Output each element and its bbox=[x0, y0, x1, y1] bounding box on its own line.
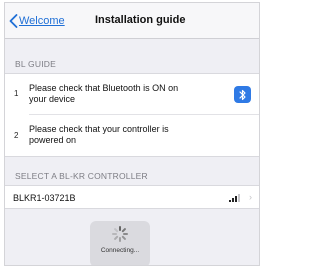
step-text-line: Please check that your controller is bbox=[29, 124, 169, 134]
connecting-indicator: Connecting... bbox=[90, 221, 150, 265]
spinner-icon bbox=[112, 226, 128, 242]
step-number: 1 bbox=[14, 89, 19, 98]
back-button-label[interactable]: Welcome bbox=[19, 15, 65, 27]
bl-guide-section-header: BL GUIDE bbox=[15, 59, 56, 69]
screen: Welcome Installation guide BL GUIDE 1 Pl… bbox=[4, 2, 260, 266]
step-text-line: your device bbox=[29, 93, 76, 104]
controllers-section-header: SELECT A BL-KR CONTROLLER bbox=[15, 171, 148, 181]
chevron-right-icon: › bbox=[249, 192, 252, 202]
step-text: Please check that your controller is pow… bbox=[29, 124, 209, 145]
controller-name[interactable]: BLKR1-03721B bbox=[13, 193, 76, 203]
controller-list-item[interactable]: BLKR1-03721B › bbox=[5, 186, 259, 208]
page-title: Installation guide bbox=[95, 14, 186, 26]
step-number: 2 bbox=[14, 131, 19, 140]
guide-steps-group: 1 Please check that Bluetooth is ON on y… bbox=[5, 73, 259, 157]
bluetooth-icon[interactable] bbox=[234, 86, 251, 103]
guide-step-1: 1 Please check that Bluetooth is ON on y… bbox=[5, 74, 259, 114]
chevron-left-icon bbox=[9, 14, 18, 28]
step-text: Please check that Bluetooth is ON on you… bbox=[29, 83, 209, 104]
step-text-line: powered on bbox=[29, 134, 77, 145]
controller-list: BLKR1-03721B › bbox=[5, 185, 259, 209]
back-button[interactable]: Welcome bbox=[9, 13, 65, 29]
step-text-line: Please check that Bluetooth is ON on bbox=[29, 83, 179, 93]
navigation-bar: Welcome Installation guide bbox=[5, 3, 259, 39]
connecting-label: Connecting... bbox=[100, 247, 140, 254]
signal-strength-icon bbox=[229, 193, 241, 202]
guide-step-2: 2 Please check that your controller is p… bbox=[5, 115, 259, 157]
